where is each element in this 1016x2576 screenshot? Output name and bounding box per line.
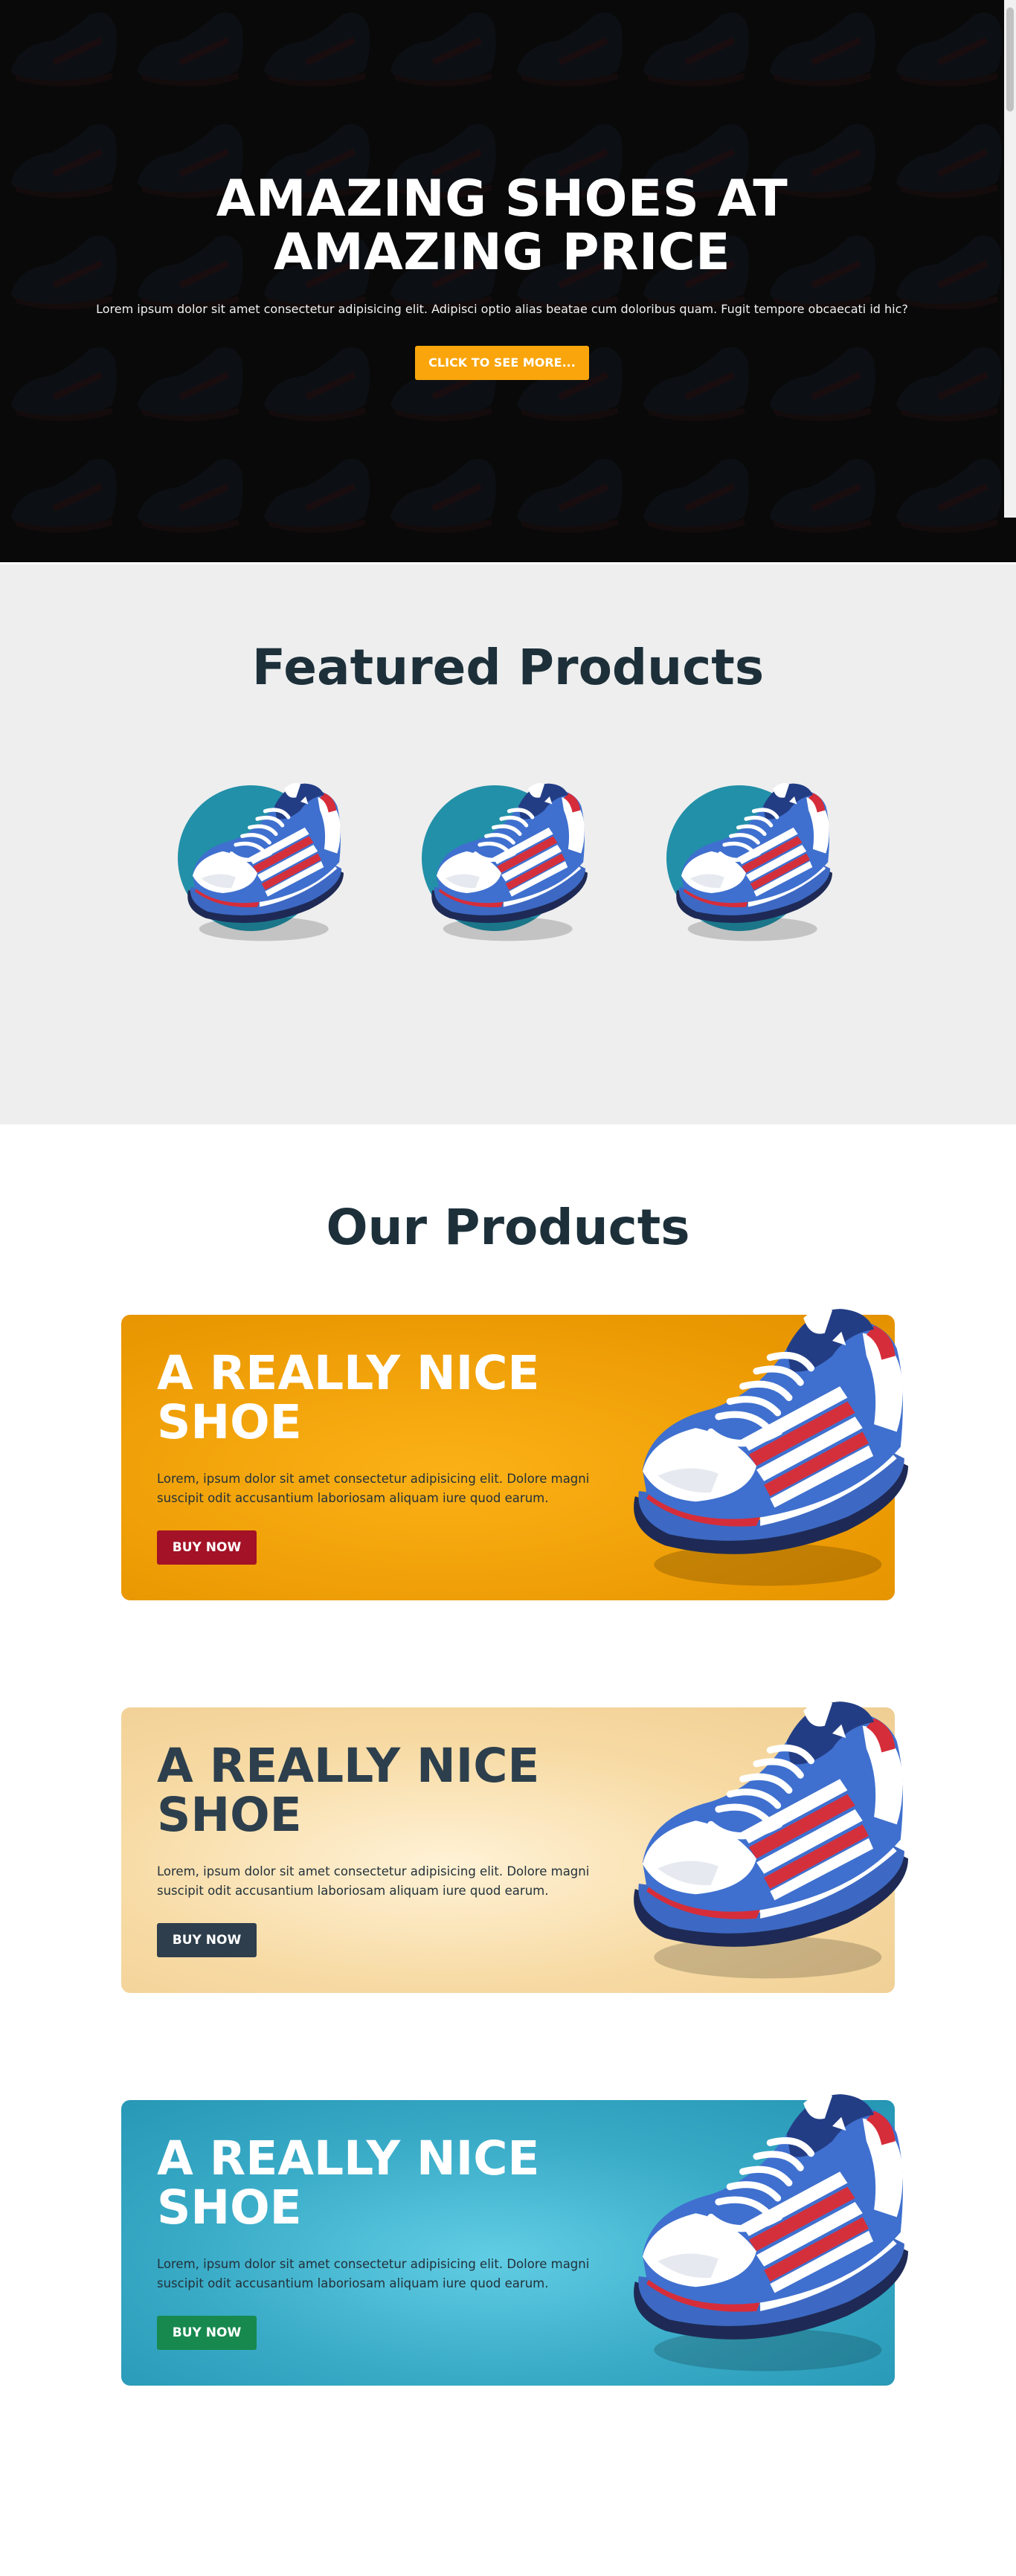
scrollbar-thumb[interactable] [1006, 7, 1014, 112]
sneaker-image [666, 765, 842, 966]
featured-title: Featured Products [251, 639, 765, 696]
featured-product-item[interactable] [411, 765, 597, 966]
product-card: A REALLY NICE SHOE Lorem, ipsum dolor si… [121, 1315, 895, 1600]
see-more-button[interactable]: CLICK TO SEE MORE... [415, 346, 589, 380]
hero-banner: AMAZING SHOES AT AMAZING PRICE Lorem ips… [0, 0, 1016, 562]
hero-content: AMAZING SHOES AT AMAZING PRICE Lorem ips… [0, 173, 1004, 380]
hero-title: AMAZING SHOES AT AMAZING PRICE [216, 170, 788, 282]
sneaker-image [605, 1295, 917, 1593]
featured-product-item[interactable] [167, 765, 353, 966]
buy-now-button[interactable]: BUY NOW [157, 1530, 257, 1565]
hero-description: Lorem ipsum dolor sit amet consectetur a… [96, 302, 908, 316]
product-card-description: Lorem, ipsum dolor sit amet consectetur … [157, 2257, 590, 2290]
sneaker-image [422, 765, 597, 966]
featured-product-item[interactable] [656, 765, 842, 966]
page-scrollbar[interactable] [1004, 0, 1016, 518]
product-card-title: A REALLY NICE SHOE [157, 2131, 540, 2235]
buy-now-button[interactable]: BUY NOW [157, 1923, 257, 1957]
sneaker-image [605, 1688, 917, 1986]
product-card: A REALLY NICE SHOE Lorem, ipsum dolor si… [121, 2100, 895, 2386]
our-products-title: Our Products [326, 1199, 690, 1256]
sneaker-image [178, 765, 353, 966]
sneaker-image [605, 2081, 917, 2378]
featured-products-section: Featured Products [0, 564, 1016, 1124]
product-card: A REALLY NICE SHOE Lorem, ipsum dolor si… [121, 1707, 895, 1993]
product-card-description: Lorem, ipsum dolor sit amet consectetur … [157, 1864, 590, 1898]
product-card-title: A REALLY NICE SHOE [157, 1346, 540, 1449]
buy-now-button[interactable]: BUY NOW [157, 2316, 257, 2350]
product-card-title: A REALLY NICE SHOE [157, 1739, 540, 1842]
product-card-description: Lorem, ipsum dolor sit amet consectetur … [157, 1472, 590, 1505]
